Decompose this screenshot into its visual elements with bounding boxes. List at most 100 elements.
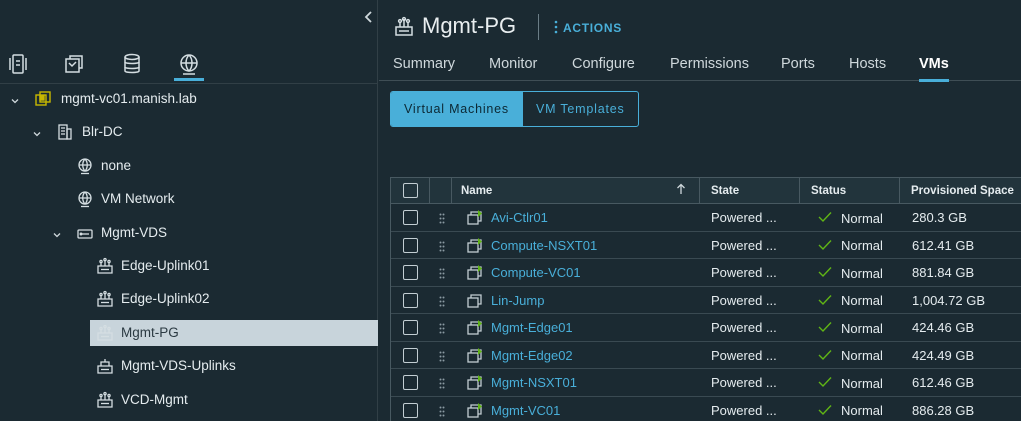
row-checkbox[interactable]: [403, 347, 418, 363]
datacenter-icon: [56, 123, 74, 141]
vm-provisioned-space: 881.84 GB: [912, 265, 975, 280]
tab-hosts[interactable]: Hosts: [849, 56, 886, 72]
navigator-view-tabs: [0, 48, 378, 82]
virtual-machines-toggle[interactable]: Virtual Machines: [391, 92, 522, 126]
row-checkbox[interactable]: [403, 402, 418, 418]
portgroup-icon: [96, 257, 114, 275]
tree-node[interactable]: Edge-Uplink01: [0, 253, 378, 279]
tree-node[interactable]: VCD-Mgmt: [0, 387, 378, 413]
tree-node[interactable]: Mgmt-PG: [0, 319, 378, 346]
vm-templates-toggle[interactable]: VM Templates: [521, 92, 638, 126]
hosts-clusters-icon[interactable]: [3, 50, 33, 78]
vm-name-link[interactable]: Mgmt-Edge01: [491, 320, 573, 335]
row-checkbox[interactable]: [403, 210, 418, 225]
table-row[interactable]: Mgmt-Edge02 Powered ... Normal 424.49 GB: [391, 342, 1021, 369]
networking-icon[interactable]: [174, 50, 204, 81]
tree-node[interactable]: none: [0, 153, 378, 179]
tab-monitor[interactable]: Monitor: [489, 56, 537, 72]
column-header-state[interactable]: State: [711, 185, 739, 197]
tree-node[interactable]: Edge-Uplink02: [0, 286, 378, 312]
tree-node[interactable]: Mgmt-VDS-Uplinks: [0, 353, 378, 379]
row-checkbox[interactable]: [403, 265, 418, 280]
tree-node-label: none: [101, 157, 132, 173]
column-header-status[interactable]: Status: [811, 185, 846, 197]
vm-status: Normal: [841, 403, 883, 418]
vm-name-link[interactable]: Compute-VC01: [491, 265, 581, 280]
portgroup-icon: [96, 290, 114, 308]
drag-handle-icon[interactable]: [439, 377, 445, 389]
vm-state: Powered ...: [711, 402, 777, 418]
table-row[interactable]: Compute-VC01 Powered ... Normal 881.84 GB: [391, 259, 1021, 287]
vm-name-link[interactable]: Lin-Jump: [491, 293, 544, 308]
chevron-down-icon[interactable]: [52, 228, 62, 238]
vm-provisioned-space: 612.46 GB: [912, 375, 975, 390]
table-row[interactable]: Avi-Ctlr01 Powered ... Normal 280.3 GB: [391, 204, 1021, 232]
chevron-left-icon[interactable]: [362, 8, 376, 26]
column-header-provisioned-space[interactable]: Provisioned Space: [911, 185, 1014, 197]
content-pane: Mgmt-PG ACTIONS Summary Monitor Configur…: [379, 0, 1021, 421]
drag-handle-icon[interactable]: [439, 267, 445, 279]
tree-node[interactable]: mgmt-vc01.manish.lab: [0, 86, 378, 112]
tab-vms[interactable]: VMs: [919, 56, 949, 82]
inventory-navigator: mgmt-vc01.manish.lab Blr-DC none VM Network…: [0, 0, 378, 421]
vm-name-link[interactable]: Mgmt-NSXT01: [491, 375, 577, 390]
drag-handle-icon[interactable]: [439, 240, 445, 251]
tab-ports[interactable]: Ports: [781, 56, 815, 72]
drag-handle-icon[interactable]: [439, 212, 445, 224]
chevron-down-icon[interactable]: [32, 127, 42, 137]
row-checkbox[interactable]: [403, 320, 418, 335]
vm-provisioned-space: 1,004.72 GB: [912, 292, 985, 308]
vm-provisioned-space: 424.46 GB: [912, 320, 975, 335]
vm-icon: [466, 374, 483, 391]
table-row[interactable]: Mgmt-VC01 Powered ... Normal 886.28 GB: [391, 397, 1021, 421]
table-row[interactable]: Lin-Jump Powered ... Normal 1,004.72 GB: [391, 287, 1021, 314]
vm-icon: [466, 402, 483, 419]
tree-node[interactable]: Mgmt-VDS: [0, 220, 378, 246]
vm-status: Normal: [841, 265, 883, 281]
vds-icon: [76, 224, 94, 242]
check-icon: [818, 321, 832, 333]
table-row[interactable]: Mgmt-NSXT01 Powered ... Normal 612.46 GB: [391, 369, 1021, 397]
row-checkbox[interactable]: [403, 375, 418, 390]
arrow-up-icon[interactable]: [676, 183, 686, 198]
vms-templates-icon[interactable]: [59, 50, 89, 78]
row-checkbox[interactable]: [403, 292, 418, 308]
tab-summary[interactable]: Summary: [393, 56, 455, 72]
tree-node[interactable]: VM Network: [0, 186, 378, 212]
vm-name-link[interactable]: Mgmt-Edge02: [491, 348, 573, 363]
tree-node-label: Mgmt-VDS: [101, 224, 168, 240]
vm-name-link[interactable]: Compute-NSXT01: [491, 238, 597, 253]
vm-status: Normal: [841, 320, 883, 336]
vm-state: Powered ...: [711, 375, 777, 390]
row-checkbox[interactable]: [403, 237, 418, 253]
actions-label: ACTIONS: [563, 21, 622, 35]
actions-menu-button[interactable]: ACTIONS: [554, 20, 622, 35]
select-all-checkbox[interactable]: [403, 183, 418, 198]
drag-handle-icon[interactable]: [439, 350, 445, 361]
vm-icon: [466, 319, 483, 336]
network-icon: [76, 190, 94, 208]
vm-state: Powered ...: [711, 210, 777, 225]
tree-node[interactable]: Blr-DC: [0, 119, 378, 145]
tree-node-label: VCD-Mgmt: [121, 391, 188, 407]
drag-handle-icon[interactable]: [439, 405, 445, 416]
tab-permissions[interactable]: Permissions: [670, 56, 749, 72]
vm-status: Normal: [841, 375, 883, 391]
more-vertical-icon: [554, 20, 558, 35]
check-icon: [818, 404, 832, 416]
table-row[interactable]: Mgmt-Edge01 Powered ... Normal 424.46 GB: [391, 314, 1021, 342]
column-header-name[interactable]: Name: [461, 185, 492, 197]
drag-handle-icon[interactable]: [439, 295, 445, 306]
vm-state: Powered ...: [711, 320, 777, 335]
chevron-down-icon[interactable]: [10, 94, 20, 104]
tree-node-label: Edge-Uplink02: [121, 291, 210, 307]
drag-handle-icon[interactable]: [439, 322, 445, 334]
vm-status: Normal: [841, 210, 883, 226]
vm-icon: [466, 347, 483, 364]
storage-icon[interactable]: [117, 50, 147, 78]
tree-node-label: VM Network: [101, 191, 175, 207]
vm-name-link[interactable]: Mgmt-VC01: [491, 403, 560, 418]
vm-name-link[interactable]: Avi-Ctlr01: [491, 210, 548, 225]
table-row[interactable]: Compute-NSXT01 Powered ... Normal 612.41 GB: [391, 232, 1021, 259]
tab-configure[interactable]: Configure: [572, 56, 635, 72]
